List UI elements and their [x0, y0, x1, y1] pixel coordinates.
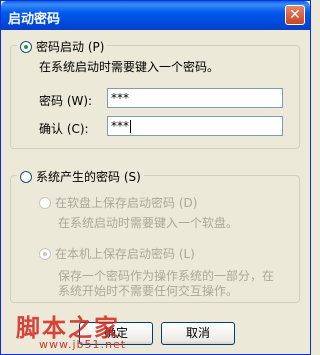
- password-field[interactable]: ***: [107, 88, 283, 108]
- confirm-password-field[interactable]: ***: [107, 116, 283, 136]
- window-title: 启动密码: [8, 12, 61, 27]
- floppy-radio[interactable]: [39, 196, 51, 209]
- confirm-label: 确认 (C):: [39, 122, 89, 136]
- local-radio[interactable]: [39, 247, 51, 260]
- watermark-url: www.jb51.net: [39, 338, 127, 351]
- title-bar[interactable]: 启动密码 ✕: [1, 1, 310, 30]
- startup-password-dialog: 启动密码 ✕ 密码启动 (P) 在系统启动时需要键入一个密码。 密码 (W): …: [0, 0, 311, 355]
- local-description-line2: 系统开始时不需要任何交互操作。: [58, 284, 239, 298]
- cancel-button[interactable]: 取消: [161, 322, 235, 345]
- password-startup-label: 密码启动 (P): [36, 40, 105, 54]
- system-password-radio[interactable]: [20, 170, 32, 183]
- confirm-value: ***: [111, 119, 129, 133]
- password-startup-radio[interactable]: [20, 40, 32, 53]
- system-password-label: 系统产生的密码 (S): [36, 170, 141, 184]
- local-option-label: 在本机上保存启动密码 (L): [55, 247, 195, 261]
- floppy-option[interactable]: 在软盘上保存启动密码 (D): [39, 194, 197, 211]
- close-button[interactable]: ✕: [285, 5, 305, 25]
- password-label: 密码 (W):: [39, 94, 93, 108]
- system-password-option[interactable]: 系统产生的密码 (S): [17, 168, 144, 185]
- text-caret: [130, 120, 131, 133]
- password-startup-description: 在系统启动时需要键入一个密码。: [39, 60, 220, 74]
- floppy-option-label: 在软盘上保存启动密码 (D): [55, 196, 198, 210]
- local-option[interactable]: 在本机上保存启动密码 (L): [39, 245, 195, 262]
- floppy-description: 在系统启动时需要键入一个软盘。: [58, 216, 239, 230]
- password-value: ***: [111, 91, 129, 105]
- password-startup-option[interactable]: 密码启动 (P): [17, 38, 108, 55]
